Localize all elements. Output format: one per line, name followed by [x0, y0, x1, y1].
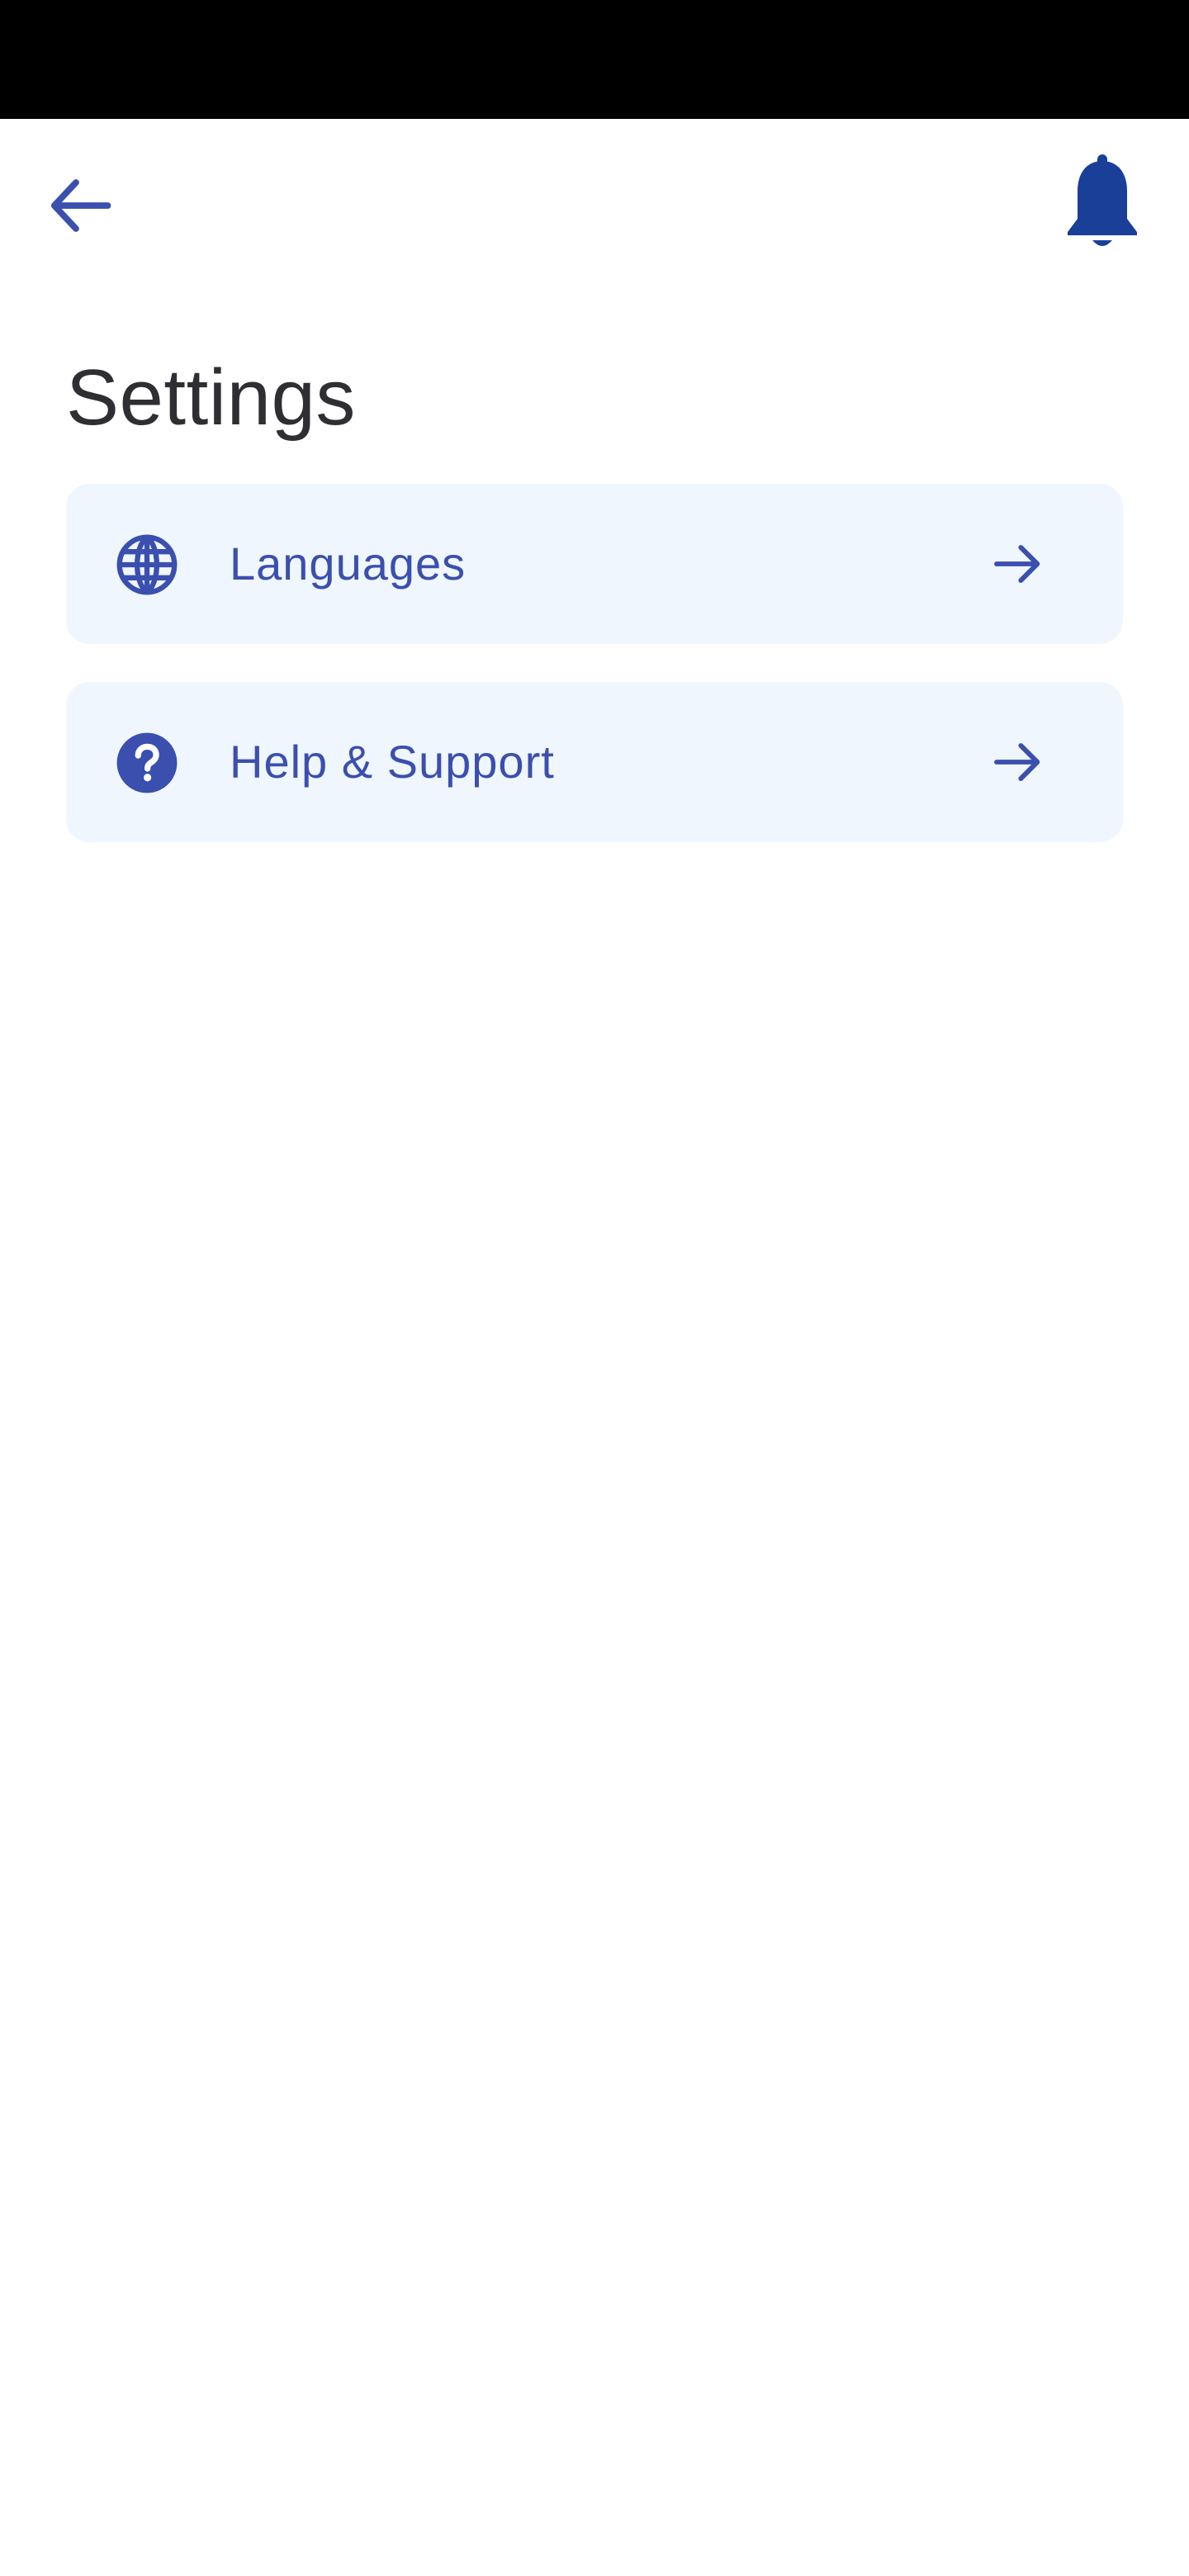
arrow-right-icon	[988, 535, 1045, 593]
arrow-left-icon	[50, 179, 111, 232]
globe-icon	[116, 533, 178, 596]
help-circle-icon	[116, 732, 178, 794]
help-support-label: Help & Support	[230, 736, 555, 788]
settings-screen: Settings Languages Help & Support	[0, 119, 1189, 2576]
status-bar	[0, 0, 1189, 119]
help-support-item[interactable]: Help & Support	[66, 682, 1123, 842]
arrow-right-icon	[988, 733, 1045, 791]
languages-label: Languages	[230, 537, 467, 590]
notifications-button[interactable]	[1049, 149, 1156, 256]
languages-item[interactable]: Languages	[66, 484, 1123, 644]
top-bar	[0, 119, 1189, 284]
page-title: Settings	[66, 353, 356, 442]
bell-icon	[1068, 154, 1137, 246]
back-button[interactable]	[36, 160, 127, 251]
settings-list: Languages Help & Support	[66, 484, 1123, 880]
